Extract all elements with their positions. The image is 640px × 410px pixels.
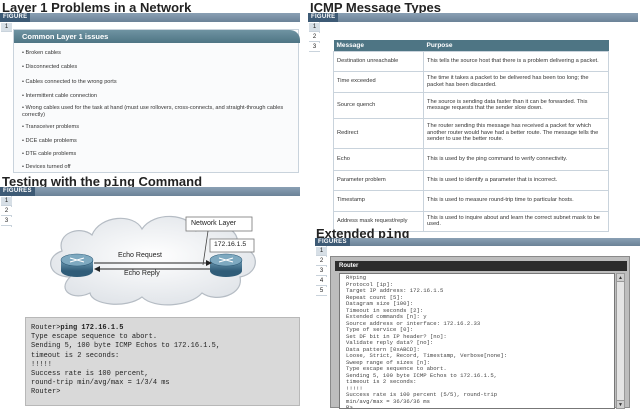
scroll-down-icon[interactable]: ▼: [617, 400, 624, 408]
layer1-item: • Intermittent cable connection: [22, 93, 98, 99]
layer1-panel: Common Layer 1 issues • Broken cables • …: [13, 29, 300, 173]
layer1-item: • Disconnected cables: [22, 64, 78, 70]
terminal-line: R>: [346, 404, 353, 409]
icmp-message: Echo: [333, 147, 424, 171]
table-row: Parameter problem This is used to identi…: [333, 169, 609, 191]
icmp-table: Message Purpose Destination unreachable …: [333, 40, 609, 232]
terminal-line: Type escape sequence to abort.: [31, 333, 158, 342]
table-row: Echo This is used by the ping command to…: [333, 147, 609, 171]
icmp-message: Destination unreachable: [333, 50, 424, 72]
icmp-purpose: This is used to inquire about and learn …: [423, 210, 609, 232]
icmp-purpose: This is used to measure round-trip time …: [423, 189, 609, 212]
terminal-line: round-trip min/avg/max = 1/3/4 ms: [31, 379, 170, 388]
router-left-icon: [60, 253, 94, 277]
icmp-tab-3[interactable]: 3: [309, 43, 320, 52]
icmp-purpose: The source is sending data faster than i…: [423, 91, 609, 119]
ping-diagram: [50, 215, 256, 306]
table-row: Time exceeded The time it takes a packet…: [333, 70, 609, 93]
scroll-up-icon[interactable]: ▲: [617, 274, 624, 282]
ping-figure-bar: [0, 187, 300, 196]
extended-tab-2[interactable]: 2: [316, 257, 327, 266]
target-ip-label: 172.16.1.5: [214, 241, 247, 248]
table-row: Timestamp This is used to measure round-…: [333, 189, 609, 212]
extended-tab-1[interactable]: 1: [316, 247, 327, 256]
router-window: Router R#ping Protocol [ip]: Target IP add…: [330, 256, 630, 409]
layer1-item: • Wrong cables used for the task at hand…: [22, 105, 284, 118]
icmp-purpose: This tells the source host that there is…: [423, 50, 609, 72]
icmp-message: Time exceeded: [333, 70, 424, 93]
table-row: Redirect The router sending this message…: [333, 117, 609, 149]
layer1-panel-title: Common Layer 1 issues: [14, 30, 300, 43]
icmp-purpose: This is used to identify a parameter tha…: [423, 169, 609, 191]
terminal-line: Sending 5, 100 byte ICMP Echos to 172.16…: [31, 342, 221, 351]
echo-reply-label: Echo Reply: [124, 270, 160, 277]
extended-tab-3[interactable]: 3: [316, 267, 327, 276]
extended-figure-bar: [315, 238, 640, 246]
icmp-tab-2[interactable]: 2: [309, 33, 320, 42]
router-right-icon: [209, 253, 243, 277]
ping-terminal: Router>ping 172.16.1.5 Type escape seque…: [25, 317, 300, 406]
table-row: Destination unreachable This tells the s…: [333, 50, 609, 72]
router-window-title: Router: [335, 261, 627, 271]
extended-tab-5[interactable]: 5: [316, 287, 327, 296]
icmp-figure-bar: [308, 13, 638, 22]
extended-tab-4[interactable]: 4: [316, 277, 327, 286]
layer1-item: • DCE cable problems: [22, 138, 77, 144]
terminal-line: Router>: [31, 388, 61, 397]
icmp-message: Source quench: [333, 91, 424, 119]
icmp-header-purpose: Purpose: [423, 40, 609, 51]
ping-tab-1[interactable]: 1: [1, 197, 12, 206]
terminal-line: Success rate is 100 percent,: [31, 370, 149, 379]
echo-request-label: Echo Request: [118, 252, 162, 259]
icmp-message: Redirect: [333, 117, 424, 149]
layer1-tab-1[interactable]: 1: [1, 23, 12, 32]
icmp-table-header: Message Purpose: [333, 40, 609, 51]
terminal-line: timeout is 2 seconds:: [31, 351, 120, 360]
icmp-header-message: Message: [333, 40, 424, 51]
terminal-line: !!!!!: [31, 360, 53, 369]
router-scrollbar[interactable]: ▲ ▼: [616, 273, 625, 409]
ping-tab-2[interactable]: 2: [1, 207, 12, 216]
router-terminal[interactable]: R#ping Protocol [ip]: Target IP address: 1…: [339, 273, 615, 409]
layer1-item: • Broken cables: [22, 50, 61, 56]
layer1-item: • Transceiver problems: [22, 124, 79, 130]
icmp-purpose: This is used by the ping command to veri…: [423, 147, 609, 171]
icmp-purpose: The router sending this message has rece…: [423, 117, 609, 149]
ping-figure-label: FIGURES: [0, 187, 35, 196]
layer1-item: • Devices turned off: [22, 164, 71, 170]
icmp-message: Parameter problem: [333, 169, 424, 191]
extended-figure-label: FIGURES: [315, 238, 350, 246]
layer1-item: • DTE cable problems: [22, 151, 77, 157]
terminal-command-line: Router>ping 172.16.1.5: [31, 324, 124, 332]
layer1-figure-bar: [0, 13, 300, 22]
layer1-figure-label: FIGURE: [0, 13, 31, 22]
icmp-figure-label: FIGURE: [308, 13, 339, 22]
icmp-purpose: The time it takes a packet to be deliver…: [423, 70, 609, 93]
layer1-item: • Cables connected to the wrong ports: [22, 79, 117, 85]
table-row: Source quench The source is sending data…: [333, 91, 609, 119]
icmp-tab-1[interactable]: 1: [309, 23, 320, 32]
ping-tab-3[interactable]: 3: [1, 217, 12, 226]
icmp-message: Timestamp: [333, 189, 424, 212]
network-layer-label: Network Layer: [191, 220, 237, 227]
